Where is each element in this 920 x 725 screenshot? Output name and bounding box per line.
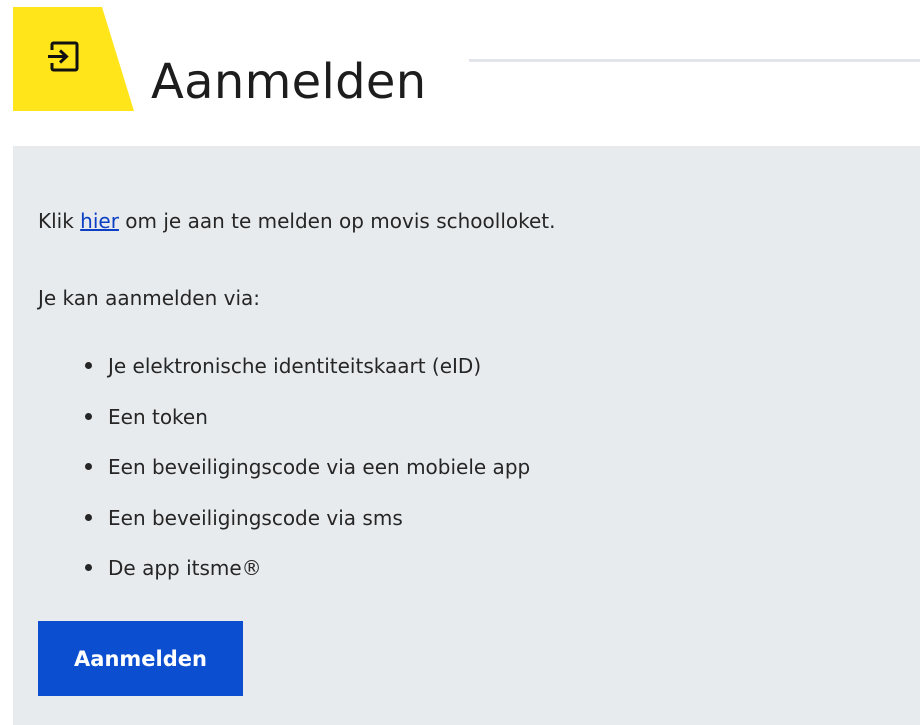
login-enter-icon xyxy=(48,41,79,72)
login-here-link[interactable]: hier xyxy=(80,209,119,233)
intro-text-after: om je aan te melden op movis schoolloket… xyxy=(118,209,556,233)
list-item: Je elektronische identiteitskaart (eID) xyxy=(13,353,530,404)
list-item-label: Een beveiligingscode via sms xyxy=(108,505,403,530)
header-icon-tile xyxy=(13,7,134,111)
list-item-label: Je elektronische identiteitskaart (eID) xyxy=(108,354,482,378)
bullet-icon xyxy=(85,412,92,420)
list-item-label: De app itsme® xyxy=(108,556,262,581)
header-divider xyxy=(469,59,920,62)
login-methods-label: Je kan aanmelden via: xyxy=(38,286,261,310)
list-item: Een token xyxy=(13,404,530,455)
list-item-label: Een beveiligingscode via een mobiele app xyxy=(108,455,531,480)
bullet-icon xyxy=(85,362,92,369)
login-button[interactable]: Aanmelden xyxy=(38,621,243,696)
bullet-icon xyxy=(85,513,92,521)
list-item: Een beveiligingscode via een mobiele app xyxy=(13,454,530,505)
login-methods-list: Je elektronische identiteitskaart (eID) … xyxy=(13,353,530,606)
list-item-label: Een token xyxy=(108,404,208,429)
list-item: Een beveiligingscode via sms xyxy=(13,505,530,556)
bullet-icon xyxy=(85,463,92,471)
login-info-panel: Klik hier om je aan te melden op movis s… xyxy=(13,146,920,725)
intro-text: Klik hier om je aan te melden op movis s… xyxy=(38,208,555,234)
intro-text-before: Klik xyxy=(38,209,81,233)
list-item: De app itsme® xyxy=(13,555,530,606)
login-page: Aanmelden Klik hier om je aan te melden … xyxy=(0,0,920,725)
bullet-icon xyxy=(85,564,92,572)
page-title: Aanmelden xyxy=(151,54,427,110)
page-header: Aanmelden xyxy=(0,0,920,145)
